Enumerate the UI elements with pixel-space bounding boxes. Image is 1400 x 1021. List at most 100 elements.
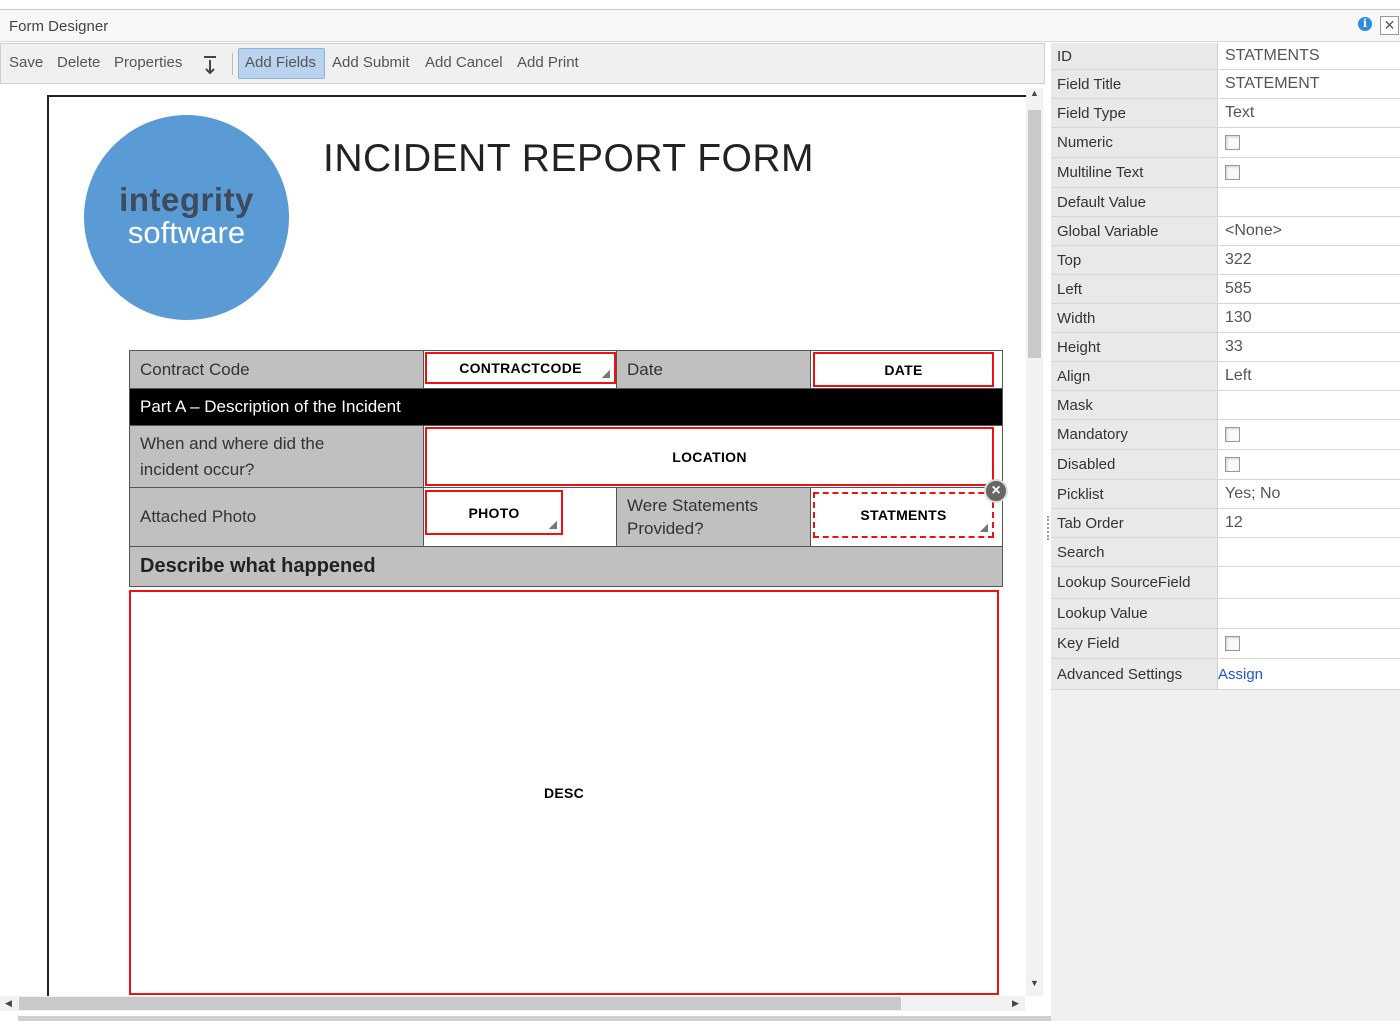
property-label: Field Type xyxy=(1051,99,1218,127)
scroll-left-icon[interactable]: ◀ xyxy=(5,998,12,1009)
property-value-mandatory[interactable] xyxy=(1218,420,1400,449)
label-describe: Describe what happened xyxy=(129,546,1003,587)
key-field-checkbox[interactable] xyxy=(1225,636,1240,651)
scroll-down-icon[interactable]: ▼ xyxy=(1030,978,1039,988)
label-statements: Were Statements Provided? xyxy=(616,487,811,547)
logo-text-integrity: integrity xyxy=(119,181,254,218)
mandatory-checkbox[interactable] xyxy=(1225,427,1240,442)
close-icon[interactable]: ✕ xyxy=(1380,16,1399,35)
property-value-field-type[interactable]: Text xyxy=(1218,99,1400,127)
property-label: Top xyxy=(1051,246,1218,274)
scroll-up-icon[interactable]: ▲ xyxy=(1030,88,1039,98)
field-desc[interactable]: DESC xyxy=(129,590,999,995)
resize-grip-icon[interactable] xyxy=(602,370,610,378)
property-row-align: Align Left xyxy=(1051,362,1400,391)
field-statments-label: STATMENTS xyxy=(860,507,947,523)
property-value-lookup-sourcefield[interactable] xyxy=(1218,567,1400,598)
property-row-picklist: Picklist Yes; No xyxy=(1051,480,1400,509)
property-value-left[interactable]: 585 xyxy=(1218,275,1400,303)
field-date[interactable]: DATE xyxy=(813,352,994,387)
property-value-tab-order[interactable]: 12 xyxy=(1218,509,1400,537)
property-label: Width xyxy=(1051,304,1218,332)
property-label: Left xyxy=(1051,275,1218,303)
property-row-id: ID STATMENTS xyxy=(1051,43,1400,70)
property-row-left: Left 585 xyxy=(1051,275,1400,304)
property-label: Lookup SourceField xyxy=(1051,567,1218,598)
property-row-field-title: Field Title STATEMENT xyxy=(1051,70,1400,99)
save-button[interactable]: Save xyxy=(9,54,43,71)
property-value-align[interactable]: Left xyxy=(1218,362,1400,390)
property-label: Numeric xyxy=(1051,128,1218,157)
property-row-mandatory: Mandatory xyxy=(1051,420,1400,450)
property-value-id[interactable]: STATMENTS xyxy=(1218,43,1400,69)
toolbar: Save Delete Properties Add Fields Add Su… xyxy=(0,43,1045,84)
multiline-text-checkbox[interactable] xyxy=(1225,165,1240,180)
field-contractcode-label: CONTRACTCODE xyxy=(459,360,582,376)
label-when-where: When and where did the incident occur? xyxy=(129,425,424,488)
add-submit-button[interactable]: Add Submit xyxy=(332,54,410,71)
horizontal-scroll-thumb[interactable] xyxy=(19,997,901,1010)
property-value-height[interactable]: 33 xyxy=(1218,333,1400,361)
property-label: ID xyxy=(1051,43,1218,69)
field-photo[interactable]: PHOTO xyxy=(425,490,563,535)
property-row-multiline-text: Multiline Text xyxy=(1051,158,1400,188)
property-label: Mandatory xyxy=(1051,420,1218,449)
property-value-width[interactable]: 130 xyxy=(1218,304,1400,332)
assign-link[interactable]: Assign xyxy=(1218,659,1400,689)
panel-resize-handle[interactable] xyxy=(1047,516,1049,540)
property-value-global-variable[interactable]: <None> xyxy=(1218,217,1400,245)
property-value-search[interactable] xyxy=(1218,538,1400,566)
form-title: INCIDENT REPORT FORM xyxy=(323,137,815,180)
property-value-default-value[interactable] xyxy=(1218,188,1400,216)
numeric-checkbox[interactable] xyxy=(1225,135,1240,150)
design-canvas[interactable]: integrity software INCIDENT REPORT FORM … xyxy=(0,85,1045,997)
property-label: Tab Order xyxy=(1051,509,1218,537)
property-value-top[interactable]: 322 xyxy=(1218,246,1400,274)
add-fields-button[interactable]: Add Fields xyxy=(245,54,316,71)
property-value-numeric[interactable] xyxy=(1218,128,1400,157)
property-value-multiline-text[interactable] xyxy=(1218,158,1400,187)
properties-panel: ID STATMENTS Field Title STATEMENT Field Typ… xyxy=(1051,43,1400,1021)
property-value-lookup-value[interactable] xyxy=(1218,599,1400,628)
scroll-right-icon[interactable]: ▶ xyxy=(1012,998,1019,1009)
info-icon[interactable]: i xyxy=(1358,17,1372,31)
property-row-global-variable: Global Variable <None> xyxy=(1051,217,1400,246)
property-row-lookup-value: Lookup Value xyxy=(1051,599,1400,629)
resize-grip-icon[interactable] xyxy=(980,524,988,532)
property-row-lookup-sourcefield: Lookup SourceField xyxy=(1051,567,1400,599)
property-value-field-title[interactable]: STATEMENT xyxy=(1218,70,1400,98)
field-location-label: LOCATION xyxy=(672,448,747,465)
property-row-disabled: Disabled xyxy=(1051,450,1400,480)
property-label: Default Value xyxy=(1051,188,1218,216)
vertical-scrollbar[interactable]: ▲ ▼ xyxy=(1026,88,1043,996)
add-print-button[interactable]: Add Print xyxy=(517,54,579,71)
toolbar-separator xyxy=(232,53,233,75)
property-label: Search xyxy=(1051,538,1218,566)
bottom-scrollbar[interactable] xyxy=(18,1016,1208,1021)
property-row-top: Top 322 xyxy=(1051,246,1400,275)
field-desc-label: DESC xyxy=(543,784,585,801)
property-value-key-field[interactable] xyxy=(1218,629,1400,658)
vertical-scroll-thumb[interactable] xyxy=(1028,110,1041,358)
property-label: Disabled xyxy=(1051,450,1218,479)
remove-field-icon[interactable]: × xyxy=(984,479,1008,503)
horizontal-scrollbar[interactable]: ◀ ▶ xyxy=(0,996,1025,1011)
property-value-picklist[interactable]: Yes; No xyxy=(1218,480,1400,508)
property-row-field-type: Field Type Text xyxy=(1051,99,1400,128)
properties-button[interactable]: Properties xyxy=(114,54,182,71)
add-cancel-button[interactable]: Add Cancel xyxy=(425,54,503,71)
resize-grip-icon[interactable] xyxy=(549,521,557,529)
property-row-advanced-settings: Advanced Settings Assign xyxy=(1051,659,1400,690)
property-label: Field Title xyxy=(1051,70,1218,98)
delete-button[interactable]: Delete xyxy=(57,54,100,71)
property-label: Global Variable xyxy=(1051,217,1218,245)
company-logo: integrity software xyxy=(84,115,289,320)
field-location[interactable]: LOCATION xyxy=(425,427,994,486)
disabled-checkbox[interactable] xyxy=(1225,457,1240,472)
field-contractcode[interactable]: CONTRACTCODE xyxy=(425,352,616,384)
align-top-icon[interactable] xyxy=(202,55,218,75)
property-label: Key Field xyxy=(1051,629,1218,658)
property-value-mask[interactable] xyxy=(1218,391,1400,419)
field-statments[interactable]: STATMENTS xyxy=(813,492,994,538)
property-value-disabled[interactable] xyxy=(1218,450,1400,479)
